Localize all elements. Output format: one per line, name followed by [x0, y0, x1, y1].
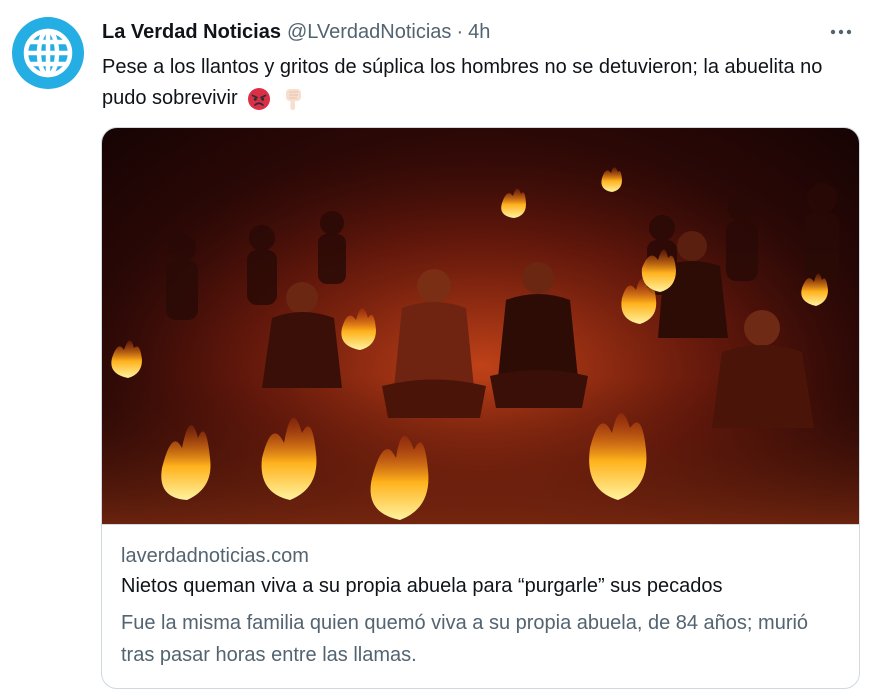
tweet-timestamp[interactable]: 4h — [468, 21, 490, 44]
author-handle[interactable]: @LVerdadNoticias — [287, 21, 451, 44]
angry-face-emoji — [247, 87, 271, 111]
tweet-header: La Verdad Noticias @LVerdadNoticias · 4h — [102, 19, 490, 45]
tweet[interactable]: La Verdad Noticias @LVerdadNoticias · 4h… — [0, 0, 877, 697]
card-title: Nietos queman viva a su propia abuela pa… — [121, 575, 723, 597]
header-separator: · — [456, 20, 464, 43]
people-sitting-among-fire-image — [102, 128, 859, 524]
link-card[interactable]: laverdadnoticias.com Nietos queman viva … — [101, 127, 860, 689]
more-dots-icon — [830, 29, 852, 35]
card-info[interactable]: laverdadnoticias.com Nietos queman viva … — [102, 524, 859, 688]
more-options-button[interactable] — [827, 20, 855, 44]
tweet-text: Pese a los llantos y gritos de súplica l… — [102, 52, 842, 114]
card-domain: laverdadnoticias.com — [121, 545, 309, 567]
author-name[interactable]: La Verdad Noticias — [102, 21, 281, 44]
card-description: Fue la misma familia quien quemó viva a … — [121, 612, 809, 666]
card-image[interactable] — [102, 128, 859, 524]
tweet-body: Pese a los llantos y gritos de súplica l… — [102, 56, 823, 109]
globe-icon — [23, 28, 73, 78]
avatar[interactable] — [12, 17, 84, 89]
backhand-index-pointing-down-emoji — [281, 87, 305, 111]
